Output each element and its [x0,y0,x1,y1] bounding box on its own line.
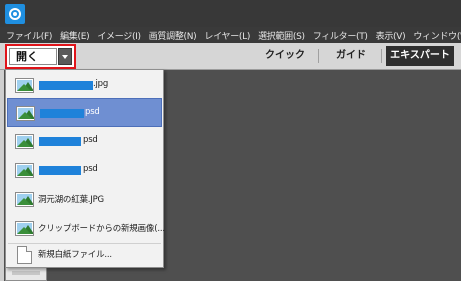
recent-file-item[interactable]: .jpg [7,71,162,100]
image-file-icon [16,106,35,121]
blank-document-icon [17,246,32,264]
menu-window[interactable]: ウィンドウ(W) [409,29,461,42]
recent-files-dropdown: .jpg psd psd psd 洞元湖の紅葉.JPG クリップボードからの新規… [5,69,165,269]
tab-divider [381,49,382,63]
menu-layer[interactable]: レイヤー(L) [200,29,254,42]
image-file-icon [15,221,34,236]
image-file-icon [15,78,34,93]
menu-enhance[interactable]: 画質調整(N) [145,29,201,42]
menu-select[interactable]: 選択範囲(S) [254,29,309,42]
menu-edit[interactable]: 編集(E) [56,29,93,42]
tab-expert[interactable]: エキスパート [386,46,454,66]
file-name: クリップボードからの新規画像(... [38,224,165,234]
new-blank-file-item[interactable]: 新規白紙ファイル... [7,240,162,269]
redaction-bar [40,109,84,118]
redaction-bar [39,137,81,146]
new-from-clipboard-item[interactable]: クリップボードからの新規画像(... [7,214,165,243]
tab-guided[interactable]: ガイド [324,46,378,66]
recent-file-item[interactable]: psd [7,156,162,185]
mode-bar: 開く クイック ガイド エキスパート [0,43,461,70]
redaction-bar [39,166,81,175]
file-name: psd [85,107,100,117]
file-name: 洞元湖の紅葉.JPG [38,195,104,205]
open-button[interactable]: 開く [9,48,57,65]
menu-image[interactable]: イメージ(I) [93,29,144,42]
recent-file-item[interactable]: psd [7,127,162,156]
file-name: psd [83,135,98,145]
file-name: psd [83,164,98,174]
image-file-icon [15,192,34,207]
image-file-icon [15,134,34,149]
menu-file[interactable]: ファイル(F) [0,29,56,42]
image-file-icon [15,163,34,178]
app-logo-icon[interactable] [5,4,25,24]
open-button-highlight: 開く [5,44,76,69]
menu-bar: ファイル(F) 編集(E) イメージ(I) 画質調整(N) レイヤー(L) 選択… [0,27,461,43]
redaction-bar [39,81,93,90]
menu-filter[interactable]: フィルター(T) [309,29,372,42]
title-bar [0,0,461,27]
tab-quick[interactable]: クイック [258,46,312,66]
file-name: 新規白紙ファイル... [38,250,112,260]
left-panel-edge [0,70,4,281]
recent-file-item-selected[interactable]: psd [7,98,162,127]
recent-file-item[interactable]: 洞元湖の紅葉.JPG [7,185,162,214]
tab-divider [318,49,319,63]
menu-view[interactable]: 表示(V) [372,29,410,42]
chevron-down-icon[interactable] [58,48,72,65]
file-name: .jpg [93,79,109,89]
